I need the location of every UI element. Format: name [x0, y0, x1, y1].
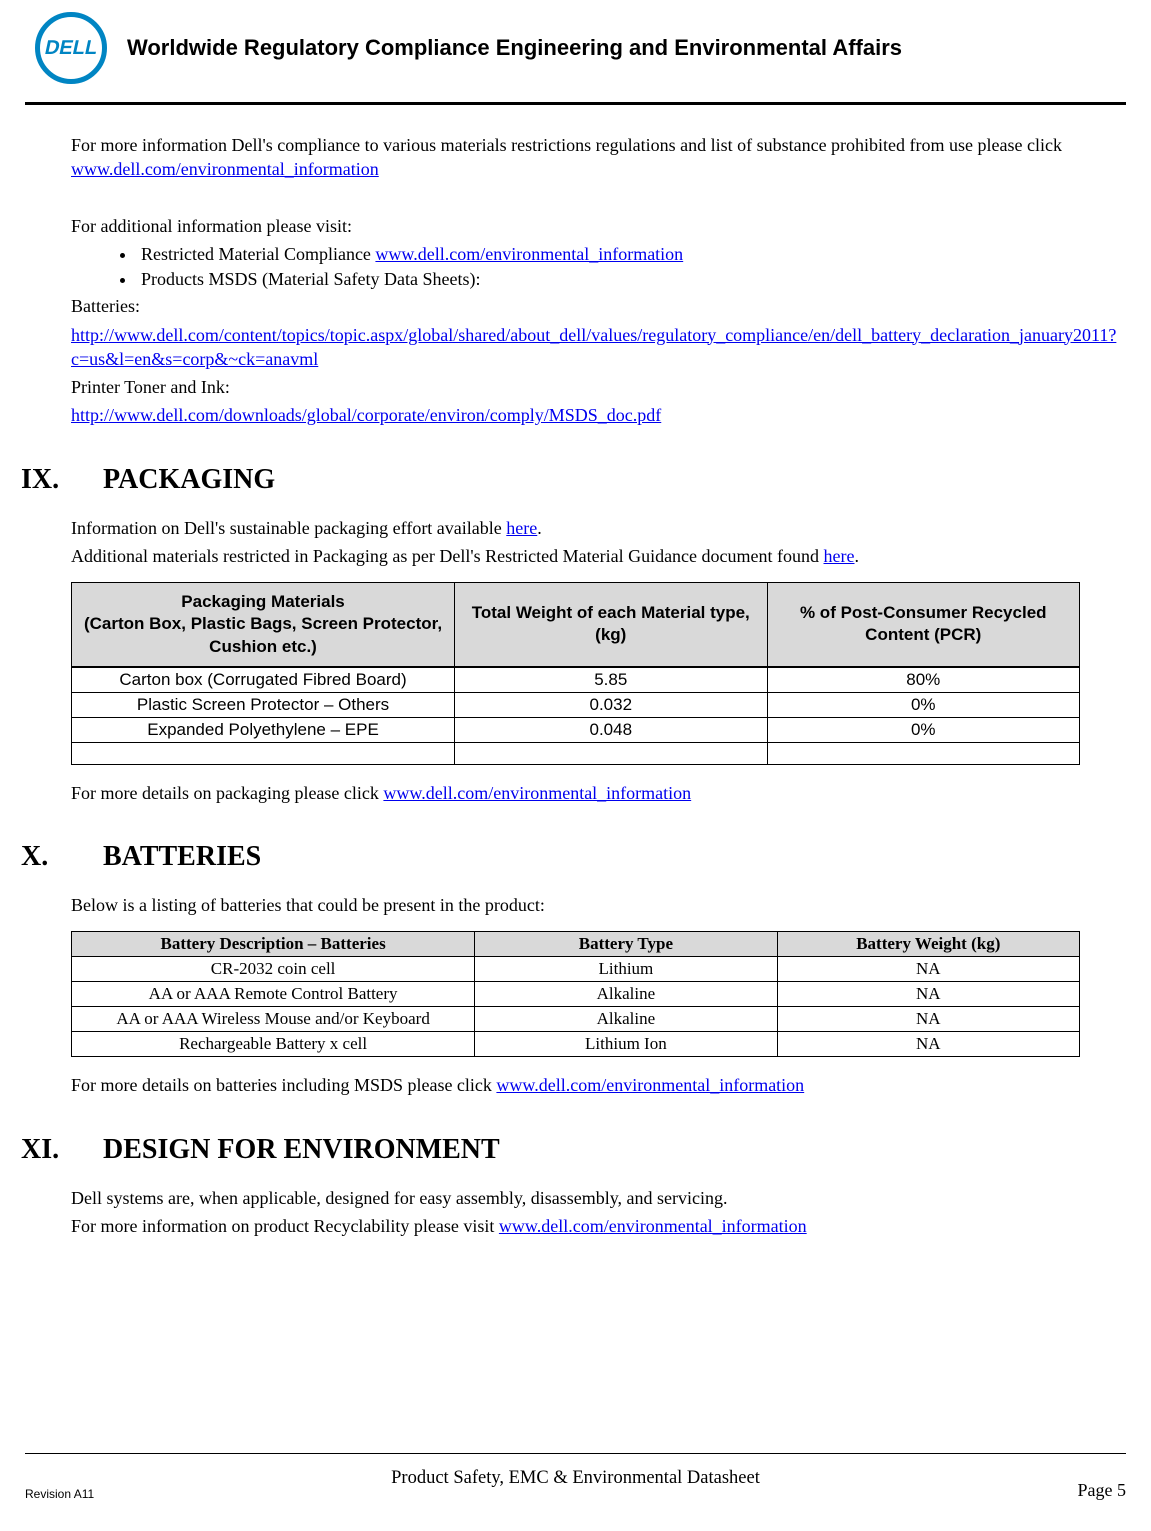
packaging-p3: For more details on packaging please cli… [71, 781, 1080, 805]
table-row: Expanded Polyethylene – EPE0.0480% [72, 717, 1080, 742]
section-heading-design-env: XI. DESIGN FOR ENVIRONMENT [21, 1134, 1080, 1166]
text: (Carton Box, Plastic Bags, Screen Protec… [82, 613, 444, 657]
page-header: DELL Worldwide Regulatory Compliance Eng… [25, 12, 1126, 84]
section-number: IX. [21, 464, 81, 496]
env-info-link[interactable]: www.dell.com/environmental_information [71, 159, 379, 179]
packaging-p1: Information on Dell's sustainable packag… [71, 516, 1080, 540]
text: Packaging Materials [82, 591, 444, 613]
printer-label: Printer Toner and Ink: [71, 375, 1080, 399]
cell: Carton box (Corrugated Fibred Board) [72, 667, 455, 693]
cell: NA [777, 1032, 1079, 1057]
printer-msds-link[interactable]: http://www.dell.com/downloads/global/cor… [71, 405, 661, 425]
col-header: Packaging Materials (Carton Box, Plastic… [72, 583, 455, 667]
cell: Expanded Polyethylene – EPE [72, 717, 455, 742]
cell: 5.85 [455, 667, 767, 693]
table-row: CR-2032 coin cellLithiumNA [72, 957, 1080, 982]
section-title: BATTERIES [103, 841, 261, 873]
env-info-link[interactable]: www.dell.com/environmental_information [375, 244, 683, 264]
col-header: Battery Description – Batteries [72, 932, 475, 957]
header-title: Worldwide Regulatory Compliance Engineer… [127, 35, 902, 61]
cell: Lithium [475, 957, 777, 982]
intro-paragraph-2: For additional information please visit: [71, 214, 1080, 238]
cell: 0.048 [455, 717, 767, 742]
packaging-table: Packaging Materials (Carton Box, Plastic… [71, 582, 1080, 764]
dell-logo-icon: DELL [35, 12, 107, 84]
page-content: For more information Dell's compliance t… [25, 105, 1126, 1238]
col-header: Total Weight of each Material type, (kg) [455, 583, 767, 667]
cell: NA [777, 982, 1079, 1007]
cell: Plastic Screen Protector – Others [72, 692, 455, 717]
printer-link-line: http://www.dell.com/downloads/global/cor… [71, 403, 1080, 427]
table-row: AA or AAA Wireless Mouse and/or Keyboard… [72, 1007, 1080, 1032]
page-footer: Product Safety, EMC & Environmental Data… [25, 1453, 1126, 1501]
cell: Alkaline [475, 1007, 777, 1032]
list-item: Products MSDS (Material Safety Data Shee… [137, 267, 1080, 292]
text: . [855, 546, 860, 566]
footer-revision: Revision A11 [25, 1487, 94, 1501]
batteries-p2: For more details on batteries including … [71, 1073, 1080, 1097]
text: For more details on batteries including … [71, 1075, 496, 1095]
env-info-link[interactable]: www.dell.com/environmental_information [496, 1075, 804, 1095]
batteries-p1: Below is a listing of batteries that cou… [71, 893, 1080, 917]
env-info-link[interactable]: www.dell.com/environmental_information [499, 1216, 807, 1236]
section-heading-batteries: X. BATTERIES [21, 841, 1080, 873]
cell: Rechargeable Battery x cell [72, 1032, 475, 1057]
intro-bullet-list: Restricted Material Compliance www.dell.… [71, 242, 1080, 292]
packaging-here-link-1[interactable]: here [506, 518, 537, 538]
col-header: Battery Weight (kg) [777, 932, 1079, 957]
text: For more details on packaging please cli… [71, 783, 383, 803]
packaging-here-link-2[interactable]: here [824, 546, 855, 566]
text: Restricted Material Compliance [141, 244, 375, 264]
footer-divider [25, 1453, 1126, 1454]
cell: AA or AAA Remote Control Battery [72, 982, 475, 1007]
section-title: DESIGN FOR ENVIRONMENT [103, 1134, 500, 1166]
cell: NA [777, 1007, 1079, 1032]
batteries-label: Batteries: [71, 294, 1080, 318]
table-row: Rechargeable Battery x cellLithium IonNA [72, 1032, 1080, 1057]
section-number: XI. [21, 1134, 81, 1166]
col-header: % of Post-Consumer Recycled Content (PCR… [767, 583, 1080, 667]
section-heading-packaging: IX. PACKAGING [21, 464, 1080, 496]
table-row: Plastic Screen Protector – Others0.0320% [72, 692, 1080, 717]
batteries-table: Battery Description – Batteries Battery … [71, 931, 1080, 1057]
table-row: Carton box (Corrugated Fibred Board)5.85… [72, 667, 1080, 693]
cell: 0.032 [455, 692, 767, 717]
table-row: AA or AAA Remote Control BatteryAlkaline… [72, 982, 1080, 1007]
packaging-p2: Additional materials restricted in Packa… [71, 544, 1080, 568]
cell: 0% [767, 717, 1080, 742]
cell: Alkaline [475, 982, 777, 1007]
intro-paragraph-1: For more information Dell's compliance t… [71, 133, 1080, 182]
col-header: Battery Type [475, 932, 777, 957]
text: . [537, 518, 542, 538]
cell: NA [777, 957, 1079, 982]
batteries-link[interactable]: http://www.dell.com/content/topics/topic… [71, 325, 1116, 369]
cell [455, 742, 767, 764]
cell [72, 742, 455, 764]
text: For more information on product Recyclab… [71, 1216, 499, 1236]
text: Information on Dell's sustainable packag… [71, 518, 506, 538]
batteries-link-line: http://www.dell.com/content/topics/topic… [71, 323, 1080, 372]
table-row [72, 742, 1080, 764]
cell: AA or AAA Wireless Mouse and/or Keyboard [72, 1007, 475, 1032]
cell: 0% [767, 692, 1080, 717]
design-env-p1: Dell systems are, when applicable, desig… [71, 1186, 1080, 1210]
text: Additional materials restricted in Packa… [71, 546, 824, 566]
dell-logo-text: DELL [42, 37, 99, 60]
cell: CR-2032 coin cell [72, 957, 475, 982]
list-item: Restricted Material Compliance www.dell.… [137, 242, 1080, 267]
footer-title: Product Safety, EMC & Environmental Data… [25, 1468, 1126, 1489]
cell [767, 742, 1080, 764]
cell: Lithium Ion [475, 1032, 777, 1057]
cell: 80% [767, 667, 1080, 693]
design-env-p2: For more information on product Recyclab… [71, 1214, 1080, 1238]
section-title: PACKAGING [103, 464, 275, 496]
text: For more information Dell's compliance t… [71, 135, 1062, 155]
section-number: X. [21, 841, 81, 873]
env-info-link[interactable]: www.dell.com/environmental_information [383, 783, 691, 803]
